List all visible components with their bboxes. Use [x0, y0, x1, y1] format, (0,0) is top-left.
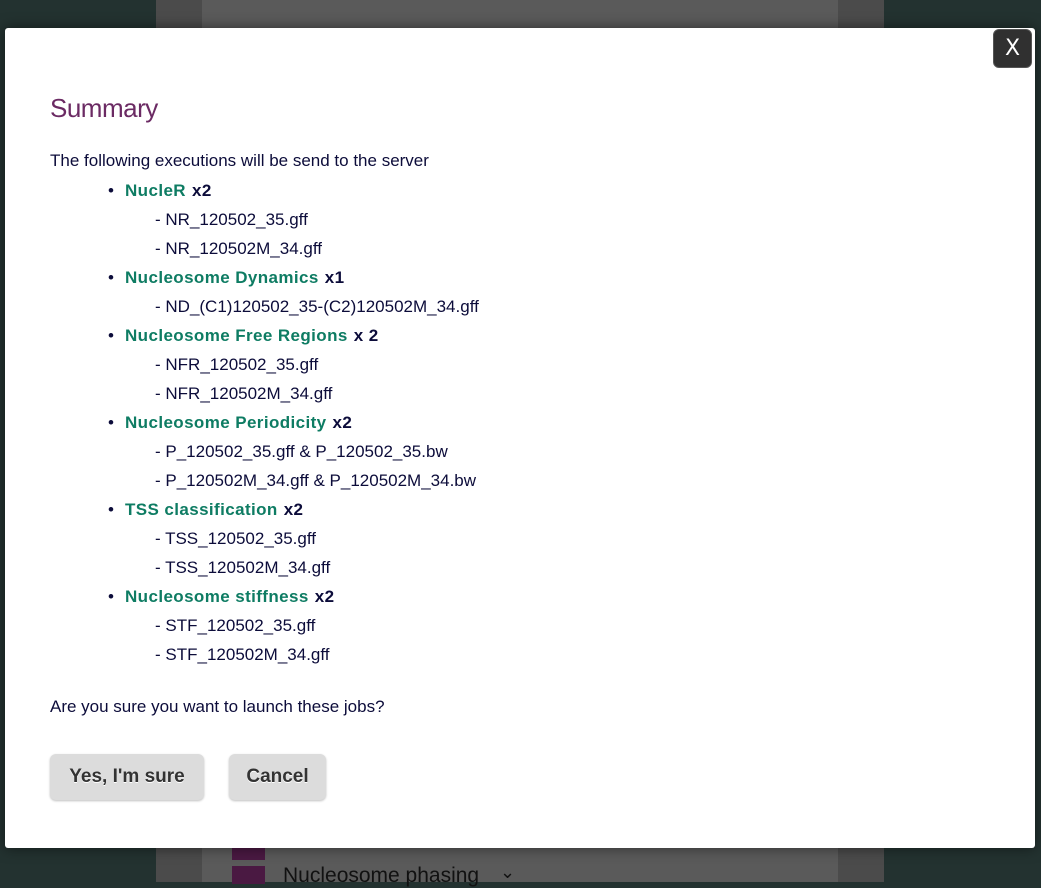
cancel-button[interactable]: Cancel	[229, 754, 326, 800]
list-item: • TSS classification x2 - TSS_120502_35.g…	[108, 499, 479, 586]
close-button[interactable]: X	[993, 29, 1032, 68]
intro-text: The following executions will be send to…	[50, 151, 429, 170]
tool-link-nucleosome-periodicity[interactable]: Nucleosome Periodicity	[125, 413, 327, 432]
bullet: •	[108, 500, 114, 519]
list-item: • Nucleosome Periodicity x2 - P_120502_35…	[108, 412, 479, 499]
modal-title: Summary	[50, 93, 158, 123]
list-item: • Nucleosome Dynamics x1 - ND_(C1)120502_…	[108, 267, 479, 325]
bullet: •	[108, 587, 114, 606]
output-file: - TSS_120502M_34.gff	[155, 558, 331, 577]
tool-link-nucleosome-stiffness[interactable]: Nucleosome stiffness	[125, 587, 309, 606]
output-file: - NR_120502_35.gff	[155, 210, 308, 229]
bullet: •	[108, 326, 114, 345]
output-file: - NR_120502M_34.gff	[155, 239, 322, 258]
list-item: • Nucleosome stiffness x2 - STF_120502_35…	[108, 586, 479, 673]
tool-link-nucleosome-free-regions[interactable]: Nucleosome Free Regions	[125, 326, 348, 345]
output-file: - P_120502M_34.gff & P_120502M_34.bw	[155, 471, 477, 490]
output-file: - P_120502_35.gff & P_120502_35.bw	[155, 442, 448, 461]
confirm-button[interactable]: Yes, I'm sure	[50, 754, 204, 800]
output-file: - STF_120502_35.gff	[155, 616, 316, 635]
execution-count: x1	[324, 268, 345, 287]
output-file: - TSS_120502_35.gff	[155, 529, 317, 548]
execution-count: x2	[191, 181, 212, 200]
tool-link-tss-classification[interactable]: TSS classification	[125, 500, 278, 519]
background-checkbox-icon	[232, 866, 265, 884]
double-chevron-down-icon: ⌄	[500, 862, 516, 883]
execution-count: x 2	[353, 326, 379, 345]
output-file: - NFR_120502M_34.gff	[155, 384, 333, 403]
tool-link-nucleosome-dynamics[interactable]: Nucleosome Dynamics	[125, 268, 319, 287]
execution-count: x2	[332, 413, 353, 432]
output-file: - NFR_120502_35.gff	[155, 355, 319, 374]
confirmation-question: Are you sure you want to launch these jo…	[50, 697, 385, 716]
bullet: •	[108, 413, 114, 432]
list-item: • NucleR x2 - NR_120502_35.gff - NR_12050…	[108, 180, 479, 267]
output-file: - ND_(C1)120502_35-(C2)120502M_34.gff	[155, 297, 479, 316]
bullet: •	[108, 268, 114, 287]
bullet: •	[108, 181, 114, 200]
execution-count: x2	[314, 587, 335, 606]
background-phasing-label: Nucleosome phasing	[283, 864, 480, 887]
output-file: - STF_120502M_34.gff	[155, 645, 330, 664]
executions-list: • NucleR x2 - NR_120502_35.gff - NR_12050…	[108, 180, 479, 673]
tool-link-nucler[interactable]: NucleR	[125, 181, 186, 200]
execution-count: x2	[283, 500, 304, 519]
list-item: • Nucleosome Free Regions x 2 - NFR_12050…	[108, 325, 479, 412]
